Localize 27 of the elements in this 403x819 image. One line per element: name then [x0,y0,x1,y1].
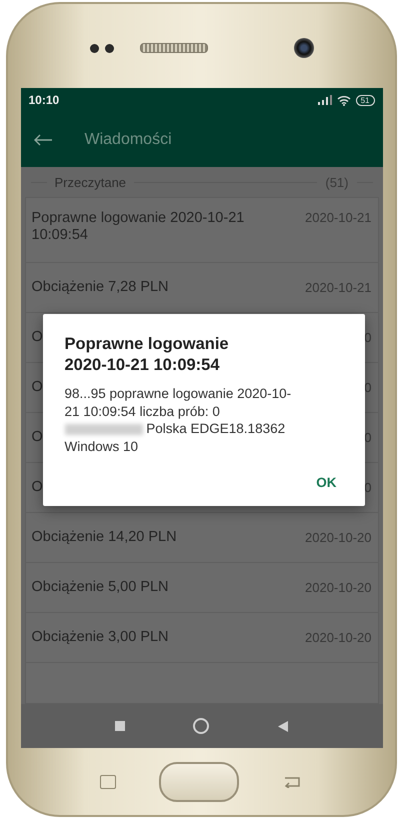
message-title: O [32,328,43,346]
wifi-icon [336,94,351,106]
screen-title: Wiadomości [84,130,172,148]
message-title: Obciążenie 7,28 PLN [32,278,169,296]
dialog-message: 98...95 poprawne logowanie 2020-10-21 10:09:54 liczba prób: 0 Polska EDGE18.18362 Windows 10 [64,385,292,456]
ok-button[interactable]: OK [310,471,342,494]
signal-icon [318,95,332,105]
camera-icon [294,38,314,58]
sensor-icon [90,44,114,52]
back-arrow-icon[interactable] [32,134,52,146]
message-title: Obciążenie 14,20 PLN [32,528,177,546]
section-label: Przeczytane [54,174,126,190]
message-title: Poprawne logowanie 2020-10-21 10:09:54 [32,210,246,245]
message-title: Obciążenie 5,00 PLN [32,578,169,596]
message-title: O [32,478,43,496]
message-title: O [32,428,43,446]
recent-apps-key-icon[interactable] [100,774,116,788]
home-button[interactable] [159,762,240,802]
home-icon[interactable] [193,718,210,734]
speaker-grille-icon [140,43,208,53]
message-title: Obciążenie 3,00 PLN [32,628,169,646]
back-icon[interactable] [278,720,288,732]
status-time: 10:10 [28,93,60,107]
battery-icon: 51 [356,94,374,106]
message-title: O [32,378,43,396]
dialog-title: Poprawne logowanie 2020-10-21 10:09:54 [64,334,230,376]
recents-icon[interactable] [114,721,125,731]
